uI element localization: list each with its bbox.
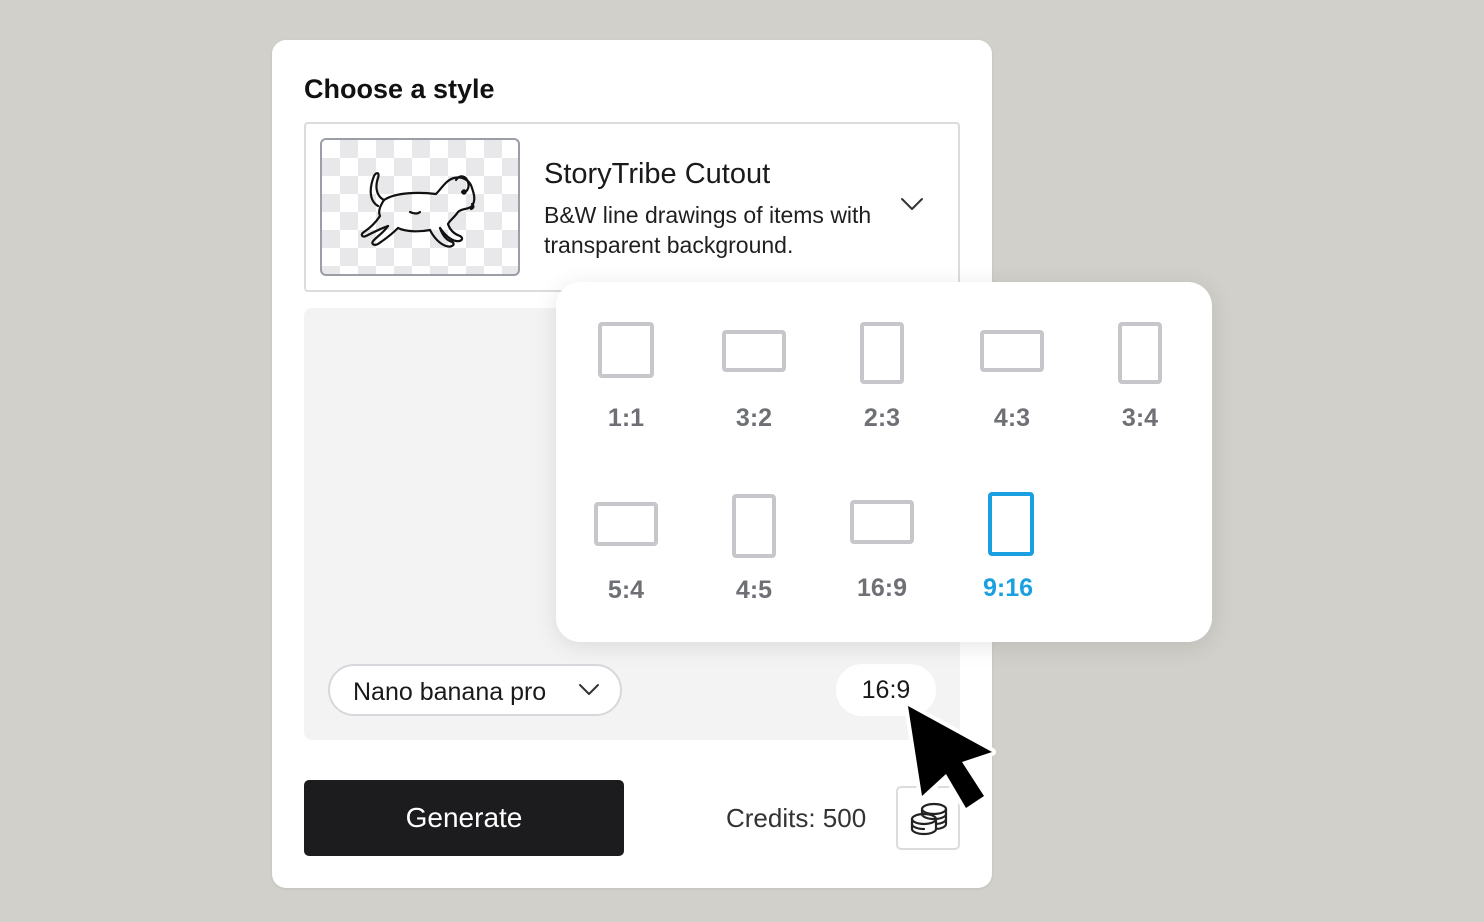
- ratio-option-3-4[interactable]: 3:4: [1090, 318, 1190, 448]
- ratio-option-4-5[interactable]: 4:5: [704, 492, 804, 622]
- ratio-option-9-16[interactable]: 9:16: [958, 492, 1058, 622]
- chevron-down-icon: [579, 684, 599, 695]
- model-label: Nano banana pro: [353, 678, 547, 706]
- ratio-option-5-4[interactable]: 5:4: [576, 492, 676, 622]
- model-selector[interactable]: Nano banana pro: [328, 664, 622, 716]
- mouse-pointer-icon: [904, 702, 996, 812]
- ratio-shape: [988, 492, 1034, 556]
- ratio-label: 4:3: [993, 404, 1031, 432]
- ratio-shape: [722, 330, 786, 372]
- ratio-label: 1:1: [607, 404, 645, 432]
- card-title: Choose a style: [304, 74, 495, 104]
- ratio-label: 9:16: [982, 574, 1034, 602]
- ratio-shape: [980, 330, 1044, 372]
- ratio-option-3-2[interactable]: 3:2: [704, 318, 804, 448]
- credits-label: Credits: 500: [726, 803, 867, 833]
- ratio-label: 2:3: [863, 404, 901, 432]
- ratio-option-2-3[interactable]: 2:3: [832, 318, 932, 448]
- ratio-shape: [860, 322, 904, 384]
- ratio-shape: [594, 502, 658, 546]
- ratio-label: 3:4: [1121, 404, 1159, 432]
- ratio-label: 5:4: [607, 576, 645, 604]
- ratio-label: 4:5: [735, 576, 773, 604]
- ratio-option-1-1[interactable]: 1:1: [576, 318, 676, 448]
- dog-illustration: [360, 172, 476, 248]
- ratio-label: 3:2: [735, 404, 773, 432]
- ratio-option-16-9[interactable]: 16:9: [832, 492, 932, 622]
- style-thumbnail: [320, 138, 520, 276]
- style-description: B&W line drawings of items with transpar…: [544, 202, 872, 258]
- aspect-ratio-popup: 1:1 3:2 2:3 4:3 3:4 5:4 4:5 16:9 9:16: [556, 282, 1212, 642]
- style-name: StoryTribe Cutout: [544, 158, 771, 190]
- ratio-shape: [1118, 322, 1162, 384]
- chevron-down-icon: [901, 198, 923, 210]
- ratio-option-4-3[interactable]: 4:3: [962, 318, 1062, 448]
- generate-button[interactable]: Generate: [304, 780, 624, 856]
- ratio-label: 16:9: [856, 574, 908, 602]
- style-dropdown[interactable]: StoryTribe Cutout B&W line drawings of i…: [304, 122, 960, 292]
- ratio-shape: [598, 322, 654, 378]
- ratio-shape: [732, 494, 776, 558]
- ratio-shape: [850, 500, 914, 544]
